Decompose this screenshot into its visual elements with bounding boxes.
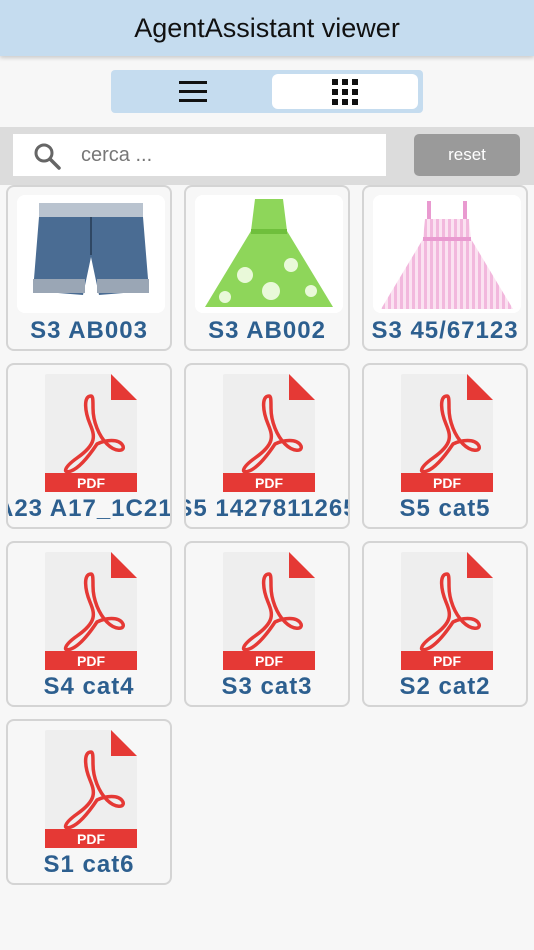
pdf-file-icon: PDF [45,552,137,670]
svg-text:PDF: PDF [77,831,105,847]
app-title: AgentAssistant viewer [134,12,400,43]
item-label: S5 cat5 [399,495,491,522]
pdf-item-tile[interactable]: PDF S1 cat6 [6,719,172,885]
pdf-item-tile[interactable]: PDF S5 cat5 [362,363,528,529]
pdf-file-icon: PDF [223,374,315,492]
list-icon [179,81,207,103]
pdf-item-tile[interactable]: PDF S4 cat4 [6,541,172,707]
app-title-bar: AgentAssistant viewer [0,0,534,56]
pdf-file-icon: PDF [401,374,493,492]
pdf-file-icon: PDF [45,730,137,848]
view-toggle [111,70,423,113]
pdf-item-tile[interactable]: PDF S3 cat3 [184,541,350,707]
item-label: S3 45/67123 [371,317,519,344]
svg-text:PDF: PDF [433,653,461,669]
items-grid[interactable]: S3 AB006S3 AB005S3 AB004S3 AB003S3 AB002… [0,185,534,950]
search-icon [34,143,61,170]
pdf-file-icon: PDF [45,374,137,492]
list-view-button[interactable] [115,74,265,109]
product-thumbnail [195,195,343,313]
search-field[interactable] [13,134,386,176]
item-label: A23 A17_1C2132 [8,495,172,522]
pdf-item-tile[interactable]: PDF S2 cat2 [362,541,528,707]
item-label: S2 cat2 [399,673,491,700]
item-label: S4 cat4 [43,673,135,700]
image-item-tile[interactable]: S3 AB003 [6,185,172,351]
search-bar: reset [0,127,534,185]
item-label: S3 cat3 [221,673,313,700]
product-thumbnail [17,195,165,313]
pdf-item-tile[interactable]: PDF S5 1427811265 [184,363,350,529]
reset-button[interactable]: reset [414,134,520,176]
item-label: S1 cat6 [43,851,135,878]
image-item-tile[interactable]: S3 AB002 [184,185,350,351]
svg-text:PDF: PDF [255,653,283,669]
pdf-item-tile[interactable]: PDF A23 A17_1C2132 [6,363,172,529]
pdf-file-icon: PDF [401,552,493,670]
grid-view-button[interactable] [272,74,418,109]
reset-button-label: reset [448,145,486,164]
svg-text:PDF: PDF [255,475,283,491]
grid-icon [332,79,358,105]
search-input[interactable] [81,134,371,176]
item-label: S3 AB003 [30,317,148,344]
svg-text:PDF: PDF [77,475,105,491]
item-label: S3 AB002 [208,317,326,344]
pdf-file-icon: PDF [223,552,315,670]
svg-text:PDF: PDF [77,653,105,669]
image-item-tile[interactable]: S3 45/67123 [362,185,528,351]
item-label: S5 1427811265 [184,495,350,522]
svg-text:PDF: PDF [433,475,461,491]
product-thumbnail [373,195,521,313]
